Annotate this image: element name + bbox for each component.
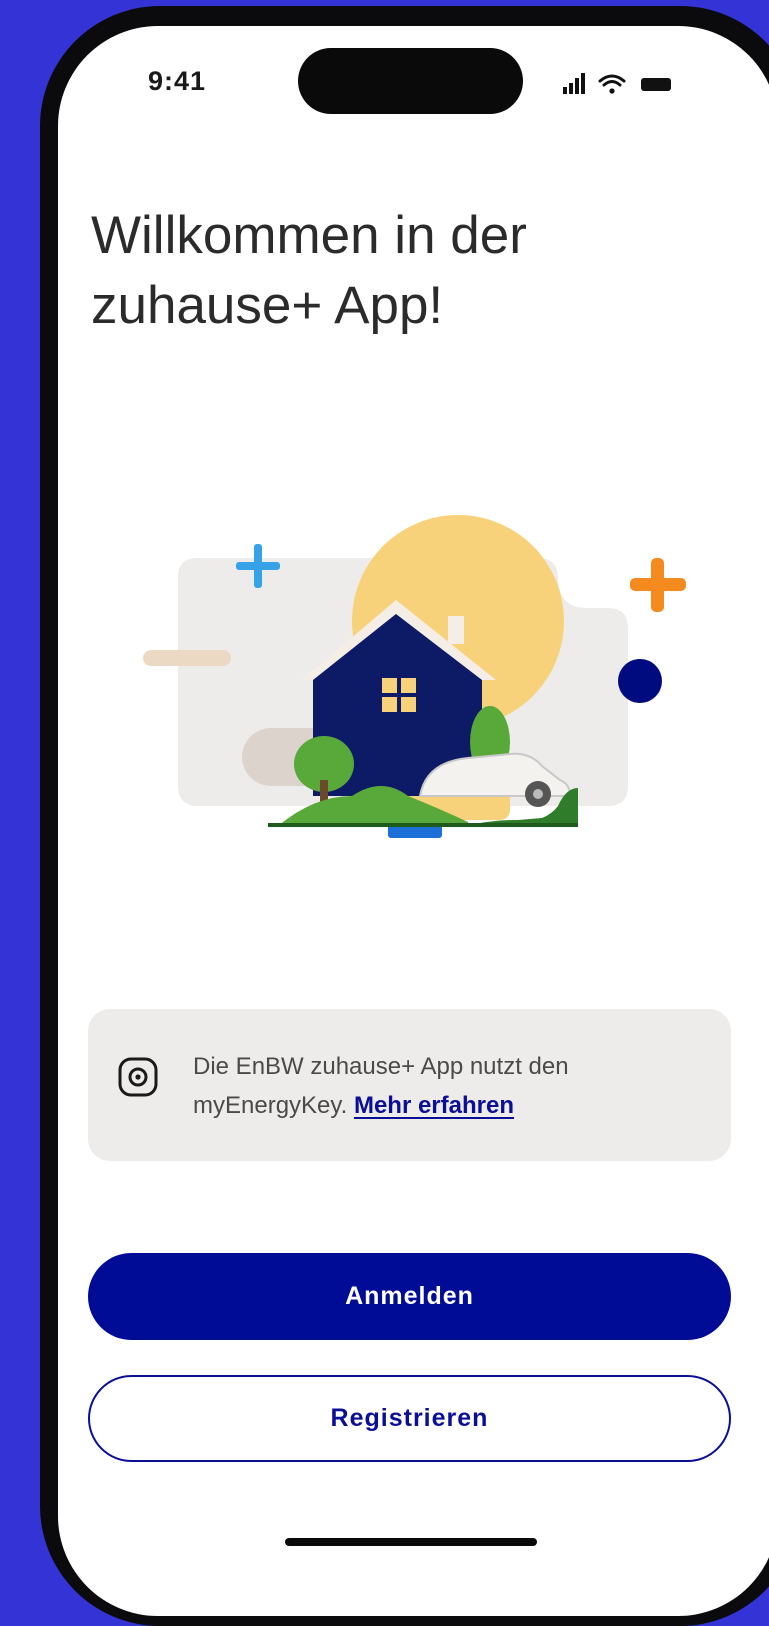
window-icon [382,678,416,712]
info-card-text: Die EnBW zuhause+ App nutzt den myEnergy… [193,1047,713,1125]
signal-icon [563,73,585,94]
navy-dot [618,659,662,703]
chimney [448,616,464,644]
key-icon [118,1057,158,1097]
welcome-title-line1: Willkommen in der [91,206,527,265]
status-bar: 9:41 [58,26,769,136]
status-icons [563,73,671,94]
orange-plus-icon [630,558,686,612]
ground-line [268,823,578,827]
dash-shape [143,650,231,666]
login-button[interactable]: Anmelden [88,1253,731,1340]
battery-icon [641,78,671,91]
myenergykey-info-card: Die EnBW zuhause+ App nutzt den myEnergy… [88,1009,731,1161]
welcome-title: Willkommen in der zuhause+ App! [91,201,711,341]
wifi-icon [598,74,626,94]
welcome-title-line2: zuhause+ App! [91,276,444,335]
dynamic-island [298,48,523,114]
more-info-link[interactable]: Mehr erfahren [354,1092,514,1119]
app-screen: 9:41 Willkommen in der zuhause+ App! Die… [58,26,769,1616]
status-time: 9:41 [148,66,207,96]
car-wheel-hub [533,789,543,799]
register-button[interactable]: Registrieren [88,1375,731,1462]
home-illustration [143,515,686,838]
home-indicator[interactable] [285,1538,537,1546]
